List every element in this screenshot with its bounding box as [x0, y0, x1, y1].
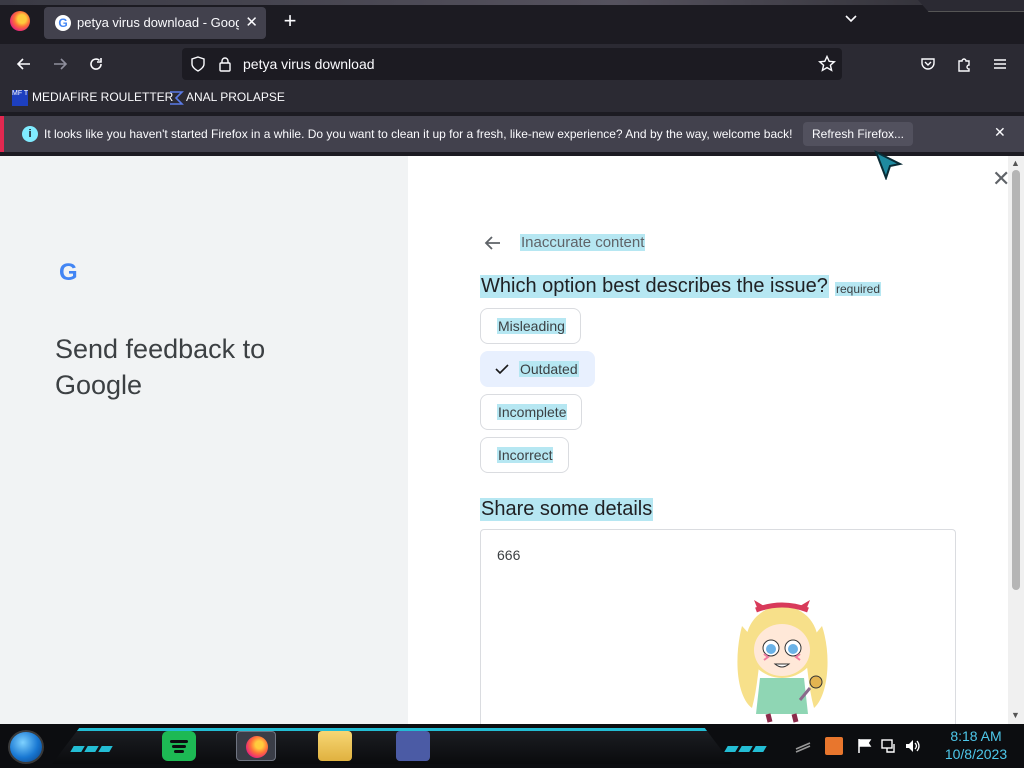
details-textarea[interactable]: 666 [480, 529, 956, 724]
taskbar-decoration [724, 739, 768, 752]
reload-icon [90, 58, 102, 70]
pocket-icon [921, 58, 935, 70]
google-logo-icon: G [59, 259, 78, 286]
back-arrow-icon[interactable] [482, 232, 504, 254]
tab-close-icon[interactable]: ✕ [245, 13, 258, 31]
network-icon[interactable] [880, 737, 898, 755]
flag-icon[interactable] [856, 737, 874, 755]
bookmark-second[interactable]: ANAL PROLAPSE [168, 90, 285, 106]
mediafire-icon: MF T [12, 90, 28, 106]
required-label: required [835, 282, 882, 296]
system-clock[interactable]: 8:18 AM 10/8/2023 [936, 727, 1016, 763]
pocket-button[interactable] [916, 52, 940, 76]
issue-question: Which option best describes the issue? [480, 275, 829, 298]
list-tabs-button[interactable] [843, 10, 863, 32]
show-hidden-icons-icon[interactable] [794, 737, 812, 755]
desktop-mascot-character [737, 600, 828, 723]
info-icon: i [22, 126, 38, 142]
tracking-protection-shield-icon[interactable] [190, 56, 206, 72]
file-explorer-taskbar-icon[interactable] [318, 731, 352, 761]
notification-close-icon[interactable]: ✕ [994, 124, 1006, 141]
puzzle-icon [958, 58, 970, 72]
google-favicon-icon: G [55, 15, 71, 31]
page-content: G Send feedback to Google ✕ Inaccurate c… [0, 156, 1024, 724]
extensions-button[interactable] [952, 52, 976, 76]
option-misleading[interactable]: Misleading [480, 308, 581, 344]
bookmark-mediafire[interactable]: MF T MEDIAFIRE ROULETTER [12, 90, 173, 106]
bookmark-star-icon[interactable] [818, 55, 836, 73]
option-incomplete[interactable]: Incomplete [480, 394, 582, 430]
page-scrollbar[interactable]: ▲ ▼ [1008, 156, 1024, 724]
mouse-cursor-icon [874, 150, 904, 180]
clock-date: 10/8/2023 [944, 746, 1008, 762]
back-button[interactable] [12, 52, 36, 76]
address-bar[interactable]: petya virus download [182, 48, 842, 80]
new-tab-button[interactable]: + [280, 9, 300, 33]
volume-icon[interactable] [904, 737, 922, 755]
tab-strip: G petya virus download - Google ✕ + [0, 0, 1024, 44]
window-app-taskbar-icon[interactable] [396, 731, 430, 761]
category-breadcrumb: Inaccurate content [520, 234, 646, 251]
notification-bar: i It looks like you haven't started Fire… [0, 116, 1024, 152]
app-menu-button[interactable] [988, 52, 1012, 76]
option-outdated[interactable]: Outdated [480, 351, 595, 387]
scroll-up-icon[interactable]: ▲ [1011, 158, 1020, 168]
window-frame-decoration [918, 0, 1024, 12]
arrow-right-icon [54, 58, 68, 70]
taskbar: 8:18 AM 10/8/2023 [0, 724, 1024, 768]
option-label: Incomplete [497, 404, 568, 420]
active-tab[interactable]: G petya virus download - Google ✕ [44, 7, 266, 39]
firefox-menu-icon[interactable] [10, 11, 30, 31]
checkmark-icon [495, 364, 509, 375]
option-label: Outdated [519, 361, 579, 377]
sigma-icon [170, 91, 184, 105]
bookmarks-toolbar: MF T MEDIAFIRE ROULETTER ANAL PROLAPSE [0, 84, 1024, 112]
feedback-side-panel: G Send feedback to Google [0, 156, 408, 724]
scroll-down-icon[interactable]: ▼ [1011, 710, 1020, 720]
arrow-left-icon [16, 58, 30, 70]
navigation-toolbar: petya virus download [0, 44, 1024, 84]
forward-button[interactable] [48, 52, 72, 76]
option-incorrect[interactable]: Incorrect [480, 437, 569, 473]
clock-time: 8:18 AM [950, 728, 1002, 744]
app-tray-icon[interactable] [825, 737, 843, 755]
refresh-firefox-button[interactable]: Refresh Firefox... [803, 122, 913, 146]
chevron-down-icon [845, 15, 857, 23]
hamburger-menu-icon [994, 59, 1006, 69]
option-label: Incorrect [497, 447, 554, 463]
share-details-heading: Share some details [480, 498, 654, 521]
reload-button[interactable] [84, 52, 108, 76]
feedback-title: Send feedback to Google [55, 334, 266, 400]
taskbar-decoration [70, 739, 114, 752]
firefox-taskbar-icon[interactable] [236, 731, 276, 761]
start-button[interactable] [8, 730, 44, 764]
tab-title: petya virus download - Google [77, 15, 239, 30]
notification-message: It looks like you haven't started Firefo… [44, 127, 793, 141]
window-top-accent [0, 0, 1024, 5]
details-text[interactable]: 666 [497, 547, 520, 563]
spotify-taskbar-icon[interactable] [162, 731, 196, 761]
bookmark-label: ANAL PROLAPSE [186, 90, 285, 105]
option-label: Misleading [497, 318, 566, 334]
scrollbar-thumb[interactable] [1012, 170, 1020, 590]
lock-icon[interactable] [217, 56, 233, 72]
bookmark-label: MEDIAFIRE ROULETTER [32, 90, 174, 105]
taskbar-rail [52, 728, 732, 764]
url-text[interactable]: petya virus download [243, 56, 375, 72]
